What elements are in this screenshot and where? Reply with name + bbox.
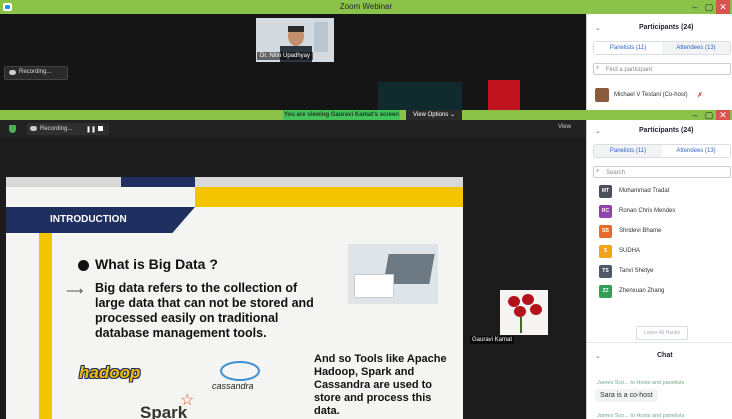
avatar: RC	[599, 205, 612, 218]
avatar	[595, 88, 609, 102]
stop-icon[interactable]	[98, 126, 103, 131]
minimize-icon[interactable]: –	[688, 0, 702, 14]
participant-search-input[interactable]: Find a participant	[593, 63, 731, 75]
participant-name: Tanvi Shetye	[619, 268, 654, 274]
participant-name: SUDHA	[619, 248, 641, 254]
view-button[interactable]: View	[558, 124, 571, 130]
search-icon: ⌕	[596, 168, 600, 174]
slide-body: Big data refers to the collection of lar…	[95, 281, 314, 340]
stem-icon	[520, 317, 522, 333]
maximize-icon[interactable]: ▢	[702, 110, 716, 120]
chevron-down-icon[interactable]: ⌄	[595, 24, 601, 32]
avatar: S	[599, 245, 612, 258]
spark-star-icon: ☆	[180, 392, 195, 409]
cassandra-logo: cassandra	[212, 381, 254, 391]
recording-indicator-front[interactable]: Recording... ❚❚	[27, 123, 109, 135]
participant-name: Ronan Chris Mendes	[619, 208, 676, 214]
video-off-icon[interactable]: ✗	[697, 91, 703, 99]
arrow-right-icon: ⟶	[66, 284, 84, 298]
laptop-photo	[348, 244, 438, 304]
participants-title: Participants (24)	[639, 24, 694, 31]
recording-indicator-back[interactable]: Recording...	[4, 66, 68, 80]
slide-heading: What is Big Data ?	[95, 256, 218, 272]
slide-blue-bar	[121, 177, 195, 187]
chat-title: Chat	[657, 352, 673, 359]
cloud-icon	[30, 126, 37, 131]
participant-name: Shridevi Bhame	[619, 228, 662, 234]
tab-attendees[interactable]: Attendees (13)	[662, 145, 730, 157]
shared-slide: INTRODUCTION What is Big Data ? ⟶ Big da…	[6, 177, 463, 419]
bullet-icon	[78, 260, 89, 271]
view-label: View	[558, 124, 571, 130]
shield-icon[interactable]	[9, 125, 16, 133]
participant-thumbnail[interactable]	[500, 290, 548, 335]
participants-tabs: Panelists (11) Attendees (13)	[593, 41, 731, 55]
tab-panelists[interactable]: Panelists (11)	[594, 42, 662, 54]
participants-tabs: Panelists (11) Attendees (13)	[593, 144, 731, 158]
participant-search-input[interactable]: Search	[593, 166, 731, 178]
tab-attendees[interactable]: Attendees (13)	[662, 42, 730, 54]
lower-all-hands-button[interactable]: Lower All Hands	[636, 326, 688, 340]
participant-name: Zhenxuan Zhang	[619, 288, 665, 294]
shared-video-fragment	[378, 82, 462, 110]
paper-icon	[354, 274, 394, 298]
screen-share-banner: You are viewing Gauravi Kamat's screen	[283, 110, 400, 120]
shared-video-fragment-red	[488, 80, 520, 110]
rose-icon	[530, 304, 542, 315]
cassandra-eye-icon	[220, 361, 260, 381]
slide-yellow-bar	[195, 187, 463, 207]
chat-meta: James Sco... to Hosts and panelists	[597, 380, 685, 386]
recording-label: Recording...	[40, 126, 73, 132]
divider	[587, 342, 732, 343]
avatar: TS	[599, 265, 612, 278]
thumbnail-name-label: Gauravi Kamat	[470, 336, 515, 344]
participants-panel: ⌄ Participants (24) Panelists (11) Atten…	[586, 120, 732, 419]
pause-icon[interactable]: ❚❚	[86, 126, 96, 133]
close-icon[interactable]: ✕	[716, 110, 730, 120]
avatar: SB	[599, 225, 612, 238]
rose-icon	[514, 306, 526, 317]
avatar: MT	[599, 185, 612, 198]
avatar: ZZ	[599, 285, 612, 298]
chat-meta: James Sco... to Hosts and panelists	[597, 413, 685, 419]
chat-message: Sara is a co-host	[595, 389, 658, 402]
recording-label: Recording...	[19, 69, 52, 75]
close-icon[interactable]: ✕	[716, 0, 730, 14]
participant-name: Michael V Testani (Co-host)	[614, 92, 688, 98]
slide-section-title: INTRODUCTION	[50, 214, 127, 225]
tab-panelists[interactable]: Panelists (11)	[594, 145, 662, 157]
slide-tools-text: And so Tools like Apache Hadoop, Spark a…	[314, 353, 447, 417]
slide-top-strip	[6, 177, 463, 187]
maximize-icon[interactable]: ▢	[702, 0, 716, 14]
rose-icon	[522, 294, 534, 305]
participant-name: Mohammad Tradat	[619, 188, 670, 194]
slide-yellow-stripe	[39, 233, 52, 419]
back-window-title: Zoom Webinar	[339, 2, 393, 11]
chevron-down-icon[interactable]: ⌄	[595, 127, 601, 135]
participants-title: Participants (24)	[639, 127, 694, 134]
chevron-down-icon[interactable]: ⌄	[595, 352, 601, 360]
speaker-name-label: Dr. Nitin Upadhyay	[257, 52, 314, 60]
participants-panel-back: ⌄ Participants (24) Panelists (11) Atten…	[586, 14, 732, 110]
cloud-icon	[9, 70, 16, 75]
hadoop-logo: hadoop	[79, 363, 141, 382]
minimize-icon[interactable]: –	[688, 110, 702, 120]
search-icon: ⌕	[596, 65, 600, 71]
view-options-button[interactable]: View Options ⌄	[406, 110, 462, 120]
